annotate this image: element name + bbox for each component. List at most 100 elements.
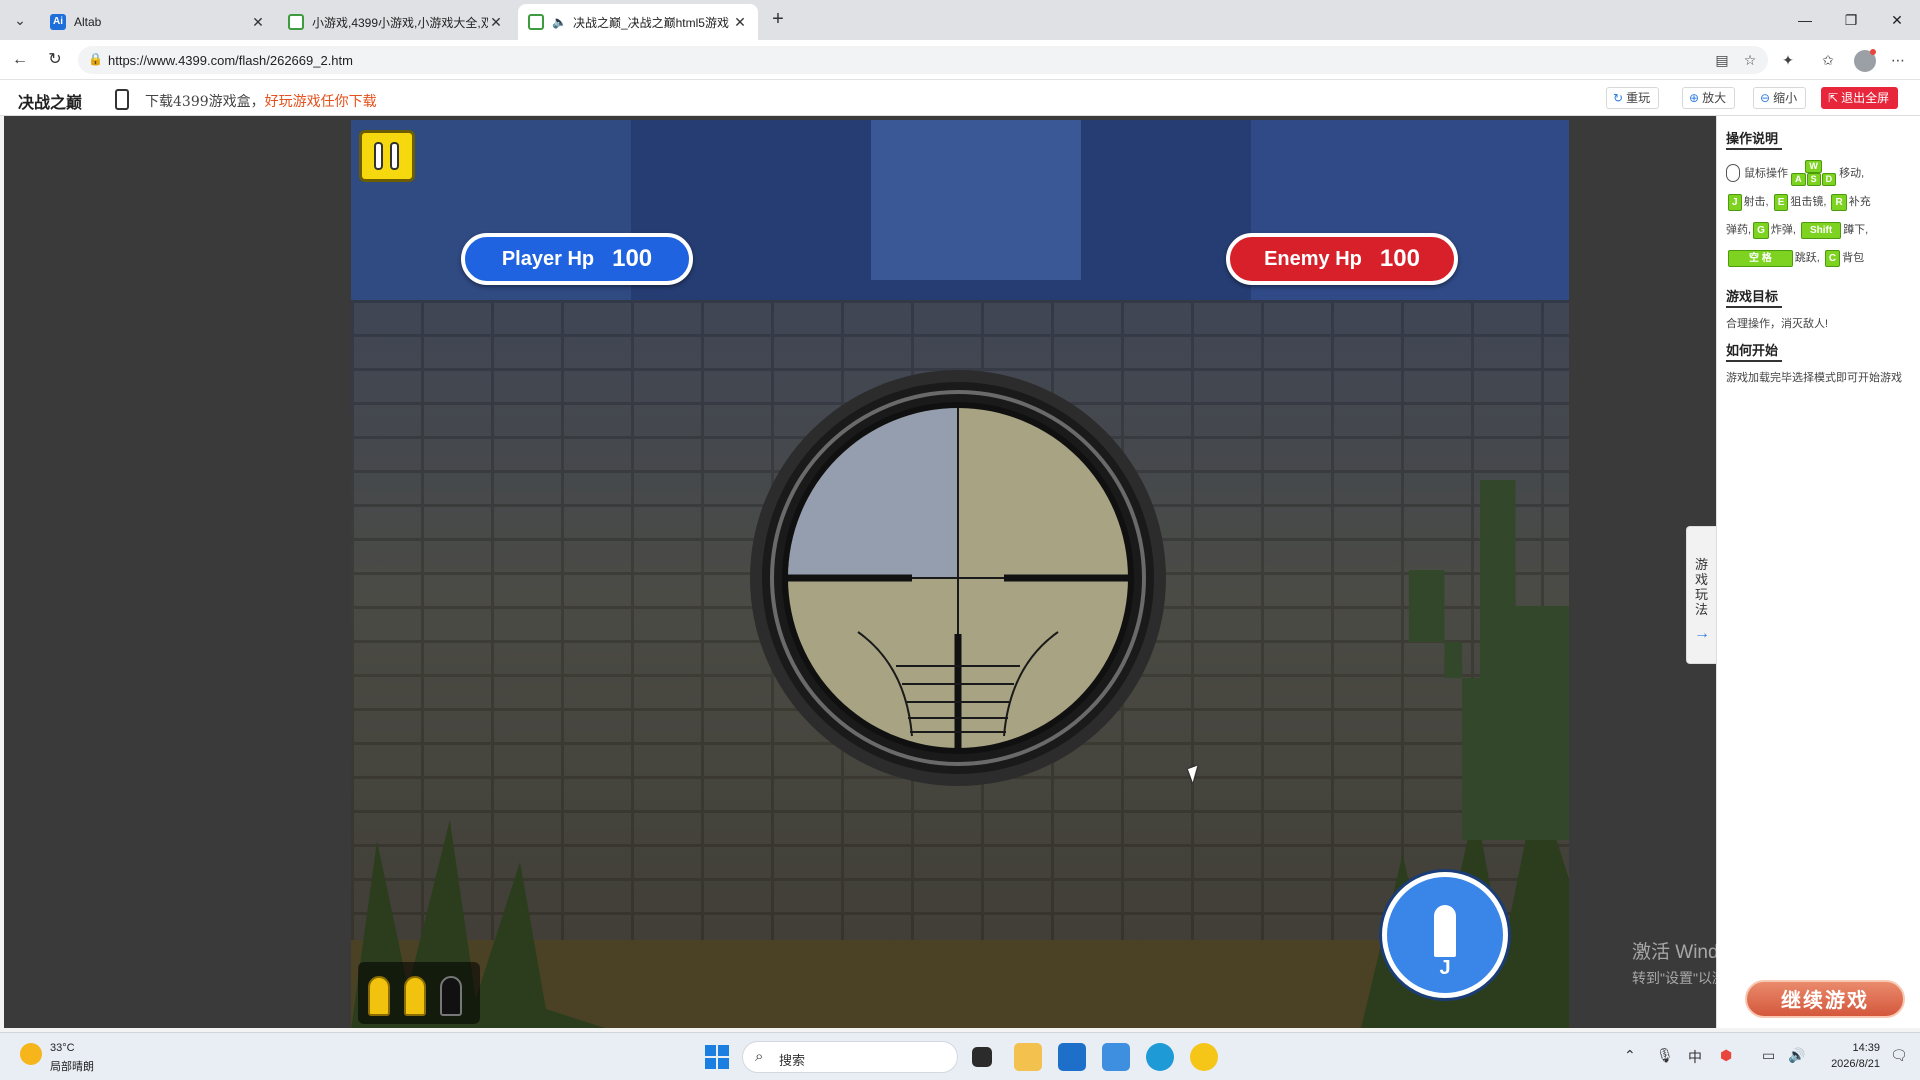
new-tab-button[interactable]: + (766, 8, 790, 32)
game-box-app-icon[interactable] (1190, 1043, 1218, 1071)
volume-icon[interactable]: 🔊 (1788, 1047, 1805, 1064)
key-shift: Shift (1800, 221, 1842, 239)
microphone-icon[interactable]: 🎙 (1656, 1047, 1674, 1064)
control-text: 弹药, (1726, 224, 1752, 236)
minimize-button[interactable]: — (1782, 0, 1828, 40)
reader-mode-icon[interactable]: ▤ (1712, 50, 1732, 70)
taskbar-search[interactable]: ⌕ 搜索 (742, 1041, 958, 1073)
extensions-icon[interactable]: ✦ (1778, 50, 1798, 70)
controls-line-1: 鼠标操作 W ASD 移动, (1726, 160, 1914, 187)
sniper-scope-icon (750, 370, 1166, 786)
browser-tabstrip: ⌄ Ai Altab ✕ 小游戏,4399小游戏,小游戏大全,双 ✕ 🔈 决战之… (0, 0, 1920, 40)
more-menu-icon[interactable]: ⋯ (1888, 50, 1908, 70)
close-tab-icon[interactable]: ✕ (250, 14, 266, 31)
key-g: G (1753, 221, 1769, 239)
start-text: 游戏加载完毕选择模式即可开始游戏 (1726, 372, 1902, 384)
tab-game-active[interactable]: 🔈 决战之巅_决战之巅html5游戏 ✕ (518, 4, 758, 40)
clock-time: 14:39 (1852, 1042, 1880, 1054)
continue-game-button[interactable]: 继续游戏 (1745, 980, 1905, 1018)
bullet-loaded-icon (368, 976, 390, 1016)
start-heading: 如何开始 (1726, 340, 1783, 362)
tab-altab[interactable]: Ai Altab ✕ (40, 4, 276, 40)
reload-button[interactable]: J (1382, 872, 1508, 998)
back-icon[interactable]: ← (8, 48, 32, 72)
mouse-icon (1726, 164, 1740, 183)
background-building (1251, 120, 1569, 330)
store-icon[interactable] (1058, 1043, 1086, 1071)
pause-icon-bar (374, 142, 383, 170)
player-hp-label: Player Hp (501, 247, 595, 270)
game-title: 决战之巅 (18, 95, 83, 112)
zoom-out-button[interactable]: ⊖ 缩小 (1753, 87, 1807, 109)
task-view-icon[interactable] (972, 1047, 992, 1067)
url-field[interactable]: 🔒 https://www.4399.com/flash/262669_2.ht… (78, 46, 1768, 74)
exit-fullscreen-label: 退出全屏 (1841, 91, 1890, 105)
controls-line-3: 弹药, G 炸弹, Shift 蹲下, (1726, 218, 1914, 242)
4399-favicon-icon (288, 14, 304, 30)
key-c: C (1824, 249, 1841, 267)
bullet-loaded-icon (404, 976, 426, 1016)
tray-overflow-icon[interactable]: ⌃ (1624, 1047, 1636, 1064)
enemy-hp-badge: Enemy Hp 100 (1226, 233, 1458, 285)
exit-fullscreen-button[interactable]: ⇱ 退出全屏 (1821, 87, 1899, 109)
goal-heading: 游戏目标 (1726, 286, 1783, 308)
tab-list-chevron-icon[interactable]: ⌄ (8, 8, 32, 32)
security-app-icon[interactable]: ⬢ (1720, 1047, 1732, 1064)
pause-button[interactable] (359, 130, 415, 182)
control-text: 移动, (1839, 167, 1865, 180)
altab-favicon-icon: Ai (50, 14, 66, 30)
gameplay-side-tab[interactable]: 游戏玩法 → (1686, 526, 1716, 664)
reload-key-hint: J (1439, 957, 1451, 979)
exit-fullscreen-icon: ⇱ (1828, 91, 1839, 105)
close-window-button[interactable]: ✕ (1874, 0, 1920, 40)
control-text: 补充 (1848, 196, 1871, 208)
weather-sun-icon (20, 1043, 42, 1065)
help-panel: 操作说明 鼠标操作 W ASD 移动, J 射击, E 狙击镜, R 补充 弹药, G 炸… (1716, 116, 1920, 1028)
search-placeholder: 搜索 (779, 1053, 806, 1068)
tab-4399-home[interactable]: 小游戏,4399小游戏,小游戏大全,双 ✕ (278, 4, 514, 40)
zoom-in-icon: ⊕ (1689, 91, 1700, 105)
tab-label: 小游戏,4399小游戏,小游戏大全,双 (312, 15, 488, 30)
search-icon: ⌕ (755, 1048, 764, 1065)
close-tab-icon[interactable]: ✕ (488, 14, 504, 31)
windows-taskbar: 33°C 局部晴朗 ⌕ 搜索 ⌃ 🎙 中 ⬢ ▭ 🔊 14:39 2026/8/… (0, 1032, 1920, 1080)
pause-icon-bar (390, 142, 399, 170)
input-method-icon[interactable]: 中 (1688, 1047, 1702, 1067)
download-promo[interactable]: 下载4399游戏盒，好玩游戏任你下载 (145, 91, 377, 111)
refresh-icon[interactable]: ↻ (43, 48, 67, 72)
address-toolbar: ← ↻ 🔒 https://www.4399.com/flash/262669_… (0, 40, 1920, 80)
zoom-in-button[interactable]: ⊕ 放大 (1682, 87, 1736, 109)
replay-label: 重玩 (1626, 91, 1651, 105)
clock[interactable]: 14:39 2026/8/21 (1820, 1040, 1880, 1072)
weather-desc: 局部晴朗 (50, 1061, 94, 1073)
file-explorer-icon[interactable] (1014, 1043, 1042, 1071)
close-tab-icon[interactable]: ✕ (732, 14, 748, 31)
player-hp-badge: Player Hp 100 (461, 233, 693, 285)
favorite-star-icon[interactable]: ☆ (1740, 50, 1760, 70)
restore-button[interactable]: ❐ (1828, 0, 1874, 40)
promo-highlight[interactable]: 好玩游戏任你下载 (265, 94, 377, 110)
controls-line-2: J 射击, E 狙击镜, R 补充 (1726, 190, 1914, 214)
player-hp-value: 100 (612, 245, 653, 272)
favorites-bar-icon[interactable]: ✩ (1818, 50, 1838, 70)
whiteboard-app-icon[interactable] (1102, 1043, 1130, 1071)
key-s: S (1806, 173, 1821, 187)
network-icon[interactable]: ▭ (1762, 1047, 1775, 1064)
edge-browser-icon[interactable] (1146, 1043, 1174, 1071)
start-windows-icon[interactable] (705, 1045, 729, 1069)
background-building (871, 120, 1081, 280)
notification-icon[interactable]: 🗨 (1890, 1047, 1908, 1064)
control-text: 背包 (1842, 252, 1865, 264)
bullet-empty-icon (440, 976, 462, 1016)
ammo-counter (358, 962, 480, 1024)
control-text: 狙击镜, (1790, 196, 1827, 208)
key-space: 空 格 (1728, 249, 1793, 267)
url-text: https://www.4399.com/flash/262669_2.htm (108, 53, 353, 68)
speaker-icon[interactable]: 🔈 (552, 15, 567, 29)
goal-text: 合理操作，消灭敌人! (1726, 318, 1829, 330)
clock-date: 2026/8/21 (1831, 1058, 1880, 1070)
arrow-right-icon: → (1694, 625, 1710, 642)
key-a: A (1791, 173, 1806, 187)
replay-icon: ↻ (1613, 91, 1624, 105)
replay-button[interactable]: ↻ 重玩 (1606, 87, 1660, 109)
